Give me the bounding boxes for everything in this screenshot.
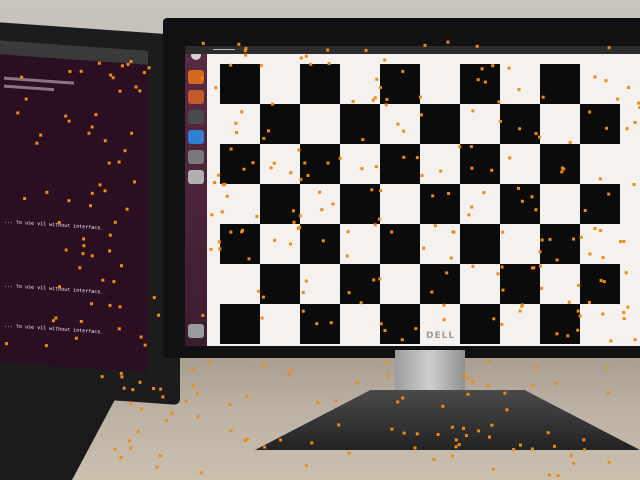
checkerboard-square bbox=[380, 64, 420, 104]
checkerboard-square bbox=[380, 304, 420, 344]
checkerboard-square bbox=[220, 224, 260, 264]
ubuntu-launcher bbox=[185, 46, 207, 346]
checkerboard-square bbox=[500, 184, 540, 224]
checkerboard-square bbox=[420, 264, 460, 304]
slider-track bbox=[213, 49, 235, 50]
checkerboard-square bbox=[300, 304, 340, 344]
terminal-output-line bbox=[4, 84, 54, 92]
checkerboard-square bbox=[340, 184, 380, 224]
checkerboard-square bbox=[460, 144, 500, 184]
files-icon bbox=[188, 70, 204, 84]
checkerboard-square bbox=[380, 144, 420, 184]
terminal-line-3: ... to use v1l without interface. bbox=[4, 322, 104, 336]
terminal-line-2: ... to use v1l without interface. bbox=[4, 282, 104, 296]
photo-scene: ... to use v1l without interface. ... to… bbox=[0, 0, 640, 480]
checkerboard-square bbox=[300, 224, 340, 264]
checkerboard-square bbox=[300, 144, 340, 184]
browser-icon bbox=[188, 90, 204, 104]
checkerboard-square bbox=[260, 104, 300, 144]
checkerboard-square bbox=[420, 184, 460, 224]
checkerboard-square bbox=[220, 64, 260, 104]
checkerboard-square bbox=[340, 264, 380, 304]
checkerboard-square bbox=[540, 304, 580, 344]
checkerboard-square bbox=[260, 184, 300, 224]
checkerboard-square bbox=[460, 224, 500, 264]
dell-logo: DELL bbox=[426, 331, 456, 341]
checkerboard-square bbox=[500, 104, 540, 144]
checkerboard-square bbox=[500, 264, 540, 304]
software-icon bbox=[188, 130, 204, 144]
checkerboard-square bbox=[460, 304, 500, 344]
terminal-icon bbox=[188, 110, 204, 124]
checkerboard-square bbox=[580, 184, 620, 224]
checkerboard-square bbox=[340, 104, 380, 144]
trash-icon bbox=[188, 324, 204, 338]
checkerboard-square bbox=[300, 64, 340, 104]
checkerboard-square bbox=[540, 64, 580, 104]
checkerboard-square bbox=[220, 144, 260, 184]
terminal-titlebar bbox=[0, 40, 148, 65]
top-bar bbox=[185, 46, 640, 54]
left-monitor-screen: ... to use v1l without interface. ... to… bbox=[0, 40, 148, 373]
left-monitor: ... to use v1l without interface. ... to… bbox=[0, 21, 180, 405]
terminal-line-1: ... to use v1l without interface. bbox=[4, 218, 104, 232]
checkerboard-square bbox=[420, 104, 460, 144]
right-monitor: DELL bbox=[163, 18, 640, 358]
camera-icon bbox=[188, 170, 204, 184]
checkerboard-square bbox=[260, 264, 300, 304]
checkerboard-square bbox=[580, 264, 620, 304]
terminal-output-line bbox=[4, 76, 74, 85]
checkerboard-square bbox=[220, 304, 260, 344]
right-monitor-screen bbox=[185, 46, 640, 346]
checkerboard-square bbox=[460, 64, 500, 104]
checkerboard-square bbox=[540, 224, 580, 264]
checkerboard-square bbox=[540, 144, 580, 184]
checkerboard-square bbox=[380, 224, 420, 264]
checkerboard-pattern bbox=[220, 64, 620, 344]
settings-icon bbox=[188, 150, 204, 164]
checkerboard-square bbox=[580, 104, 620, 144]
